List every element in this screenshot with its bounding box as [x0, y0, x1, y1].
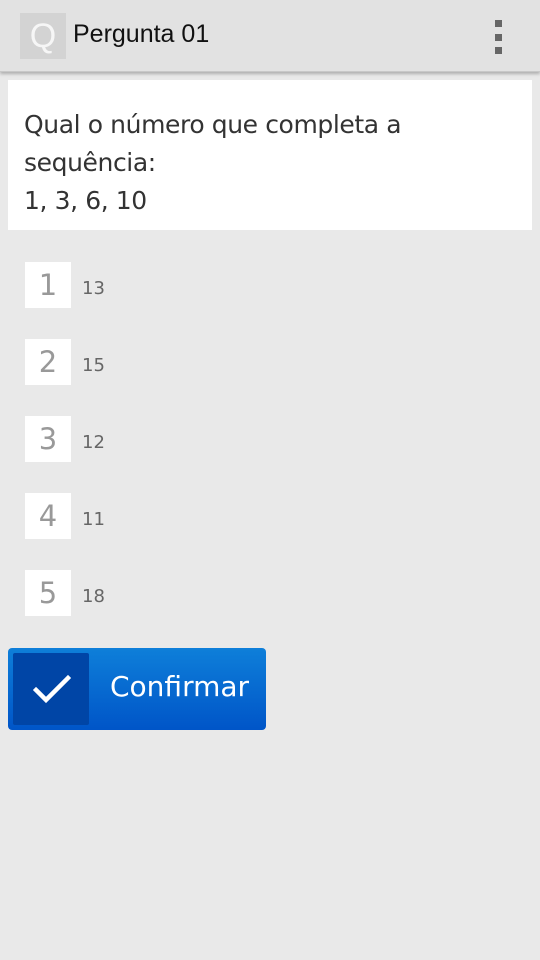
app-bar: Q Pergunta 01	[0, 0, 540, 72]
option-value: 18	[82, 585, 105, 607]
answer-option-1[interactable]: 1 13	[25, 262, 105, 308]
checkmark-icon	[13, 653, 89, 725]
overflow-menu-icon[interactable]	[484, 20, 512, 54]
confirm-label: Confirmar	[110, 670, 250, 703]
option-number: 2	[25, 339, 71, 385]
option-value: 12	[82, 431, 105, 453]
question-card: Qual o número que completa a sequência: …	[8, 80, 532, 230]
option-value: 11	[82, 508, 105, 530]
answer-option-5[interactable]: 5 18	[25, 570, 105, 616]
answer-option-3[interactable]: 3 12	[25, 416, 105, 462]
option-number: 4	[25, 493, 71, 539]
option-number: 5	[25, 570, 71, 616]
page-title: Pergunta 01	[73, 20, 210, 48]
confirm-button[interactable]: Confirmar	[8, 648, 266, 730]
app-icon: Q	[20, 13, 66, 59]
answer-option-2[interactable]: 2 15	[25, 339, 105, 385]
question-text: Qual o número que completa a sequência: …	[24, 110, 402, 215]
option-value: 13	[82, 277, 105, 299]
option-number: 3	[25, 416, 71, 462]
option-value: 15	[82, 354, 105, 376]
answer-option-4[interactable]: 4 11	[25, 493, 105, 539]
option-number: 1	[25, 262, 71, 308]
